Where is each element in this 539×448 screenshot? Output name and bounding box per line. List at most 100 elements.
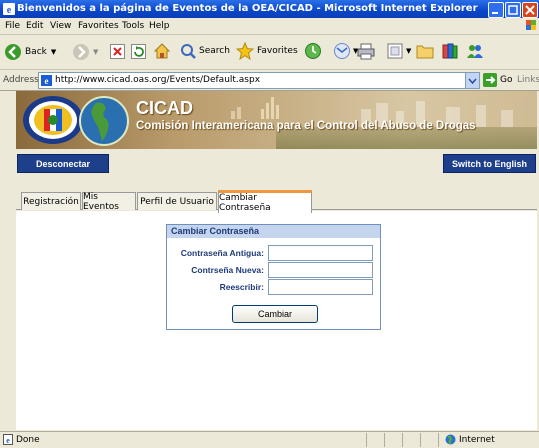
back-dropdown-icon[interactable]: ▼ — [51, 48, 56, 56]
ie-icon: e — [3, 3, 15, 15]
old-password-label: Contraseña Antigua: — [180, 248, 264, 258]
oas-seal-logo — [23, 96, 83, 144]
minimize-icon — [492, 12, 498, 14]
old-password-field[interactable] — [268, 245, 373, 261]
research-books-icon — [442, 43, 458, 59]
research-button[interactable] — [441, 42, 459, 60]
windows-flag-icon — [526, 20, 536, 30]
status-divider — [402, 433, 403, 447]
address-label: Address — [3, 75, 39, 85]
address-input[interactable]: e http://www.cicad.oas.org/Events/Defaul… — [38, 72, 480, 89]
address-dropdown[interactable] — [465, 73, 479, 88]
chevron-down-icon — [468, 78, 477, 85]
status-bar: e Done Internet — [0, 431, 539, 448]
new-password-label: Contrseña Nueva: — [191, 265, 264, 275]
back-button[interactable]: Back ▼ — [4, 43, 56, 61]
history-button[interactable] — [304, 42, 322, 60]
browser-toolbar: Back ▼ ▼ Search Favorites ▼ ▼ — [0, 35, 539, 70]
home-icon — [153, 43, 171, 59]
folder-button[interactable] — [416, 43, 434, 59]
banner-bar-graph-decoration — [231, 97, 279, 119]
refresh-button[interactable] — [131, 44, 146, 59]
maximize-button[interactable] — [505, 2, 521, 18]
form-header: Cambiar Contraseña — [167, 225, 380, 238]
print-button[interactable] — [357, 42, 375, 60]
stop-button[interactable] — [110, 44, 125, 59]
address-bar: Address e http://www.cicad.oas.org/Event… — [0, 70, 539, 91]
links-button[interactable]: Links — [517, 75, 539, 85]
cicad-banner: CICAD Comisión Interamericana para el Co… — [16, 91, 537, 149]
menu-bar: File Edit View Favorites Tools Help — [0, 18, 539, 35]
close-button[interactable] — [522, 2, 538, 18]
internet-globe-icon — [445, 434, 456, 445]
stop-icon — [110, 44, 125, 59]
status-divider — [420, 433, 421, 447]
messenger-button[interactable] — [466, 42, 484, 60]
go-button[interactable]: Go — [483, 73, 512, 87]
globe-americas-logo — [79, 96, 129, 146]
address-url: http://www.cicad.oas.org/Events/Default.… — [55, 75, 261, 85]
forward-dropdown-icon[interactable]: ▼ — [93, 48, 98, 56]
forward-button[interactable]: ▼ — [72, 43, 98, 61]
go-arrow-icon — [483, 73, 497, 87]
svg-text:e: e — [6, 436, 10, 445]
edit-page-icon — [387, 43, 403, 59]
status-divider — [366, 433, 367, 447]
tab-perfil-de-usuario[interactable]: Perfil de Usuario — [137, 192, 217, 210]
logout-button[interactable]: Desconectar — [17, 154, 109, 173]
back-label: Back — [25, 47, 47, 57]
folder-icon — [416, 45, 434, 59]
refresh-icon — [131, 44, 146, 59]
close-icon — [525, 5, 535, 15]
tab-strip: Registración Mis Eventos Perfil de Usuar… — [16, 181, 537, 213]
change-password-button[interactable]: Cambiar — [232, 305, 318, 323]
mail-button[interactable]: ▼ — [333, 42, 358, 60]
menu-file[interactable]: File — [5, 21, 20, 31]
menu-view[interactable]: View — [50, 21, 71, 31]
tab-cambiar-contrasena[interactable]: Cambiar Contraseña — [218, 190, 312, 213]
minimize-button[interactable] — [488, 2, 504, 18]
web-page: CICAD Comisión Interamericana para el Co… — [16, 91, 537, 430]
status-divider — [384, 433, 385, 447]
menu-help[interactable]: Help — [149, 21, 170, 31]
change-password-form: Cambiar Contraseña Contraseña Antigua: C… — [166, 224, 381, 330]
left-gutter — [0, 91, 17, 430]
org-name: CICAD — [136, 98, 193, 118]
history-icon — [305, 43, 321, 59]
page-done-icon: e — [3, 434, 13, 445]
edit-button[interactable]: ▼ — [387, 43, 411, 59]
confirm-password-label: Reescribir: — [219, 282, 264, 292]
new-password-field[interactable] — [268, 262, 373, 278]
confirm-password-field[interactable] — [268, 279, 373, 295]
window-title-bar[interactable]: e Bienvenidos a la página de Eventos de … — [0, 0, 539, 18]
form-title: Cambiar Contraseña — [171, 226, 260, 236]
tab-registracion[interactable]: Registración — [21, 192, 81, 210]
svg-text:e: e — [45, 76, 49, 86]
security-zone: Internet — [459, 435, 495, 445]
org-subtitle: Comisión Interamericana para el Control … — [136, 120, 476, 132]
home-button[interactable] — [153, 42, 171, 60]
back-arrow-icon — [5, 44, 21, 60]
search-icon — [181, 44, 196, 59]
menu-favorites[interactable]: Favorites — [78, 21, 119, 31]
messenger-people-icon — [467, 45, 483, 58]
menu-edit[interactable]: Edit — [26, 21, 43, 31]
window-title: Bienvenidos a la página de Eventos de la… — [17, 3, 478, 14]
menu-tools[interactable]: Tools — [122, 21, 144, 31]
edit-dropdown-icon[interactable]: ▼ — [406, 47, 411, 55]
page-icon: e — [41, 75, 52, 86]
status-text: Done — [16, 435, 40, 445]
favorites-star-icon — [236, 42, 254, 60]
print-icon — [357, 43, 375, 60]
search-label: Search — [199, 46, 230, 56]
maximize-icon — [508, 5, 518, 15]
search-button[interactable]: Search — [180, 43, 230, 59]
mail-icon — [334, 43, 350, 59]
site-nav-bar: Desconectar Switch to English — [16, 149, 537, 181]
svg-text:e: e — [7, 5, 12, 15]
status-divider — [438, 433, 439, 447]
switch-language-button[interactable]: Switch to English — [443, 154, 536, 173]
favorites-button[interactable]: Favorites — [236, 42, 298, 60]
tab-mis-eventos[interactable]: Mis Eventos — [82, 192, 136, 212]
favorites-label: Favorites — [257, 46, 298, 56]
